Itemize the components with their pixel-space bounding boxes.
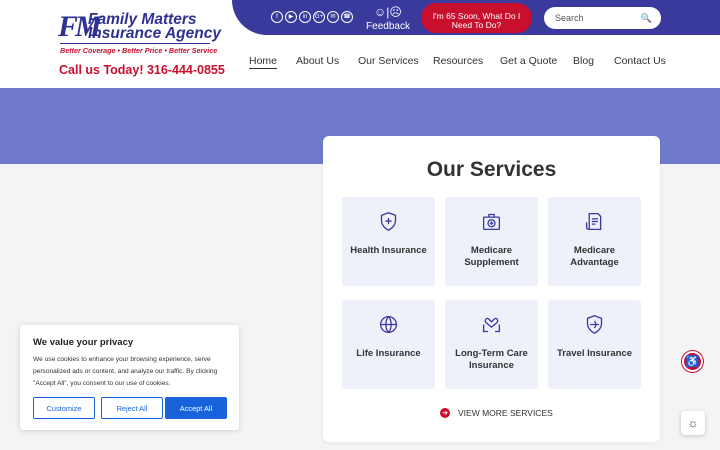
life-globe-icon (379, 315, 398, 334)
search-placeholder: Search (555, 13, 584, 23)
service-tile-travel[interactable]: Travel Insurance (548, 300, 641, 389)
nav-our-services[interactable]: Our Services (358, 55, 419, 67)
service-tile-life[interactable]: Life Insurance (342, 300, 435, 389)
cookie-reject-button[interactable]: Reject All (101, 397, 163, 419)
logo-name-line2: Insurance Agency (88, 25, 221, 42)
view-more-services-link[interactable]: ➜ VIEW MORE SERVICES (440, 408, 553, 418)
cookie-accept-button[interactable]: Accept All (165, 397, 227, 419)
cookie-text: We use cookies to enhance your browsing … (33, 356, 218, 387)
service-label: Travel Insurance (557, 348, 632, 359)
service-tile-medicare-supplement[interactable]: Medicare Supplement (445, 197, 538, 286)
theme-toggle-icon[interactable]: ☼ (681, 411, 705, 435)
feedback-label: Feedback (366, 21, 410, 32)
service-tile-health[interactable]: Health Insurance (342, 197, 435, 286)
services-title: Our Services (426, 158, 557, 181)
feedback-button[interactable]: ☺|☹ Feedback (366, 3, 410, 32)
nav-about-us[interactable]: About Us (296, 55, 339, 67)
nav-get-a-quote[interactable]: Get a Quote (500, 55, 557, 67)
service-label: Health Insurance (350, 245, 427, 256)
service-label: Medicare Supplement (464, 245, 519, 268)
search-input[interactable]: Search 🔍 (544, 7, 661, 29)
site-logo[interactable]: FM Family Matters Insurance Agency Bette… (58, 12, 221, 56)
feedback-faces-icon: ☺|☹ (374, 5, 402, 19)
phone-icon[interactable]: ☎ (341, 11, 353, 23)
facebook-icon[interactable]: f (271, 11, 283, 23)
cookie-title: We value your privacy (33, 337, 134, 348)
nav-blog[interactable]: Blog (573, 55, 594, 67)
youtube-icon[interactable]: ▶ (285, 11, 297, 23)
turning-65-button[interactable]: I'm 65 Soon, What Do I Need To Do? (421, 3, 532, 33)
social-links: f ▶ in G+ ✉ ☎ (271, 11, 353, 23)
email-icon[interactable]: ✉ (327, 11, 339, 23)
logo-tagline: Better Coverage • Better Price • Better … (60, 43, 217, 55)
cookie-consent-banner: We value your privacy We use cookies to … (20, 325, 239, 430)
cookie-customize-button[interactable]: Customize (33, 397, 95, 419)
health-shield-icon (380, 212, 397, 231)
nav-resources[interactable]: Resources (433, 55, 483, 67)
view-more-label: VIEW MORE SERVICES (458, 408, 553, 418)
arrow-right-icon: ➜ (440, 408, 450, 418)
google-plus-icon[interactable]: G+ (313, 11, 325, 23)
service-tile-long-term-care[interactable]: Long-Term Care Insurance (445, 300, 538, 389)
nav-home[interactable]: Home (249, 55, 278, 69)
service-label: Life Insurance (356, 348, 421, 359)
travel-shield-icon (586, 315, 603, 334)
care-hands-icon (482, 317, 501, 333)
service-label: Medicare Advantage (570, 245, 619, 268)
nav-contact-us[interactable]: Contact Us (614, 55, 666, 67)
search-icon[interactable]: 🔍 (641, 7, 652, 29)
accessibility-icon[interactable]: ♿ (682, 351, 703, 372)
medical-kit-icon (482, 213, 501, 231)
service-tile-medicare-advantage[interactable]: Medicare Advantage (548, 197, 641, 286)
linkedin-icon[interactable]: in (299, 11, 311, 23)
medical-document-icon (585, 212, 602, 231)
service-label: Long-Term Care Insurance (455, 348, 528, 371)
call-phone-link[interactable]: Call us Today! 316-444-0855 (59, 63, 225, 77)
